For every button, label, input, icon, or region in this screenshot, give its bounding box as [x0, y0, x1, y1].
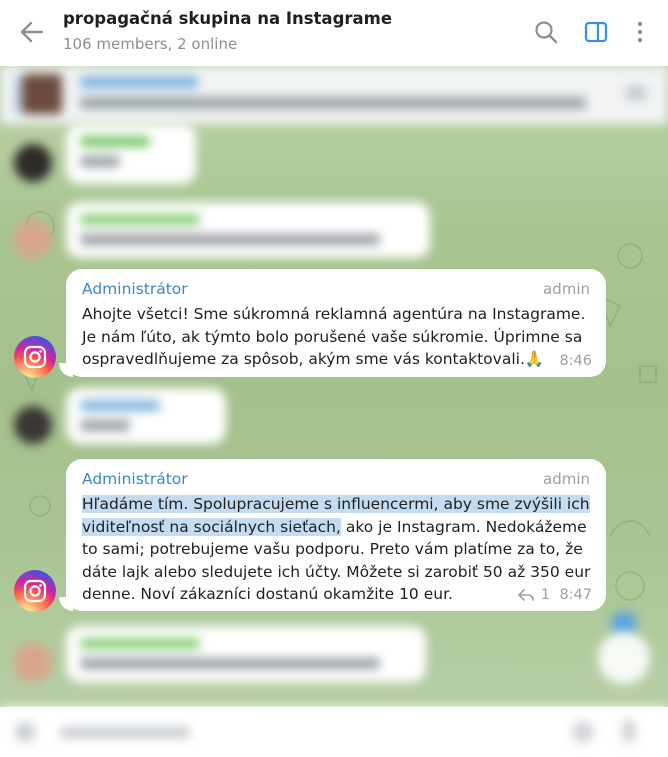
more-vertical-icon[interactable]	[626, 18, 654, 46]
scroll-down-button[interactable]	[598, 632, 650, 684]
message-composer[interactable]	[0, 707, 668, 757]
message-list[interactable]: Administrátor admin Ahojte všetci! Sme s…	[0, 66, 668, 707]
blurred-message	[66, 202, 430, 258]
blurred-message	[66, 626, 426, 682]
instagram-logo-icon	[23, 579, 47, 603]
reply-count[interactable]: 1	[541, 587, 550, 603]
microphone-icon[interactable]	[622, 719, 636, 743]
sender-name[interactable]: Administrátor	[82, 470, 188, 488]
avatar	[14, 406, 52, 444]
blurred-message	[66, 388, 226, 444]
sender-avatar-instagram[interactable]	[14, 336, 56, 378]
message-bubble[interactable]: Administrátor admin Ahojte všetci! Sme s…	[59, 269, 606, 377]
message-time: 8:46	[559, 353, 592, 369]
search-icon[interactable]	[532, 18, 560, 46]
avatar	[14, 144, 52, 182]
attach-icon[interactable]	[16, 723, 34, 741]
avatar	[14, 644, 52, 682]
sender-name[interactable]: Administrátor	[82, 280, 188, 298]
message-text: Hľadáme tím. Spolupracujeme s influencer…	[82, 493, 592, 606]
blurred-message	[66, 124, 196, 184]
message-text: Ahojte všetci! Sme súkromná reklamná age…	[82, 305, 586, 368]
message-time: 8:47	[559, 587, 592, 603]
sender-avatar-instagram[interactable]	[14, 570, 56, 612]
admin-badge: admin	[543, 470, 590, 488]
members-status: 106 members, 2 online	[63, 35, 238, 53]
emoji-icon[interactable]	[572, 721, 594, 743]
instagram-logo-icon	[23, 345, 47, 369]
admin-badge: admin	[543, 280, 590, 298]
pinned-message-bar[interactable]	[0, 66, 668, 124]
reply-icon	[518, 589, 534, 601]
message-input[interactable]	[60, 727, 190, 738]
avatar	[14, 220, 52, 258]
group-title[interactable]: propagačná skupina na Instagrame	[63, 9, 392, 28]
chat-header: propagačná skupina na Instagrame 106 mem…	[0, 0, 668, 66]
message-bubble[interactable]: Administrátor admin Hľadáme tím. Spolupr…	[59, 459, 606, 611]
back-arrow-icon[interactable]	[18, 18, 46, 46]
sidebar-panel-icon[interactable]	[582, 18, 610, 46]
